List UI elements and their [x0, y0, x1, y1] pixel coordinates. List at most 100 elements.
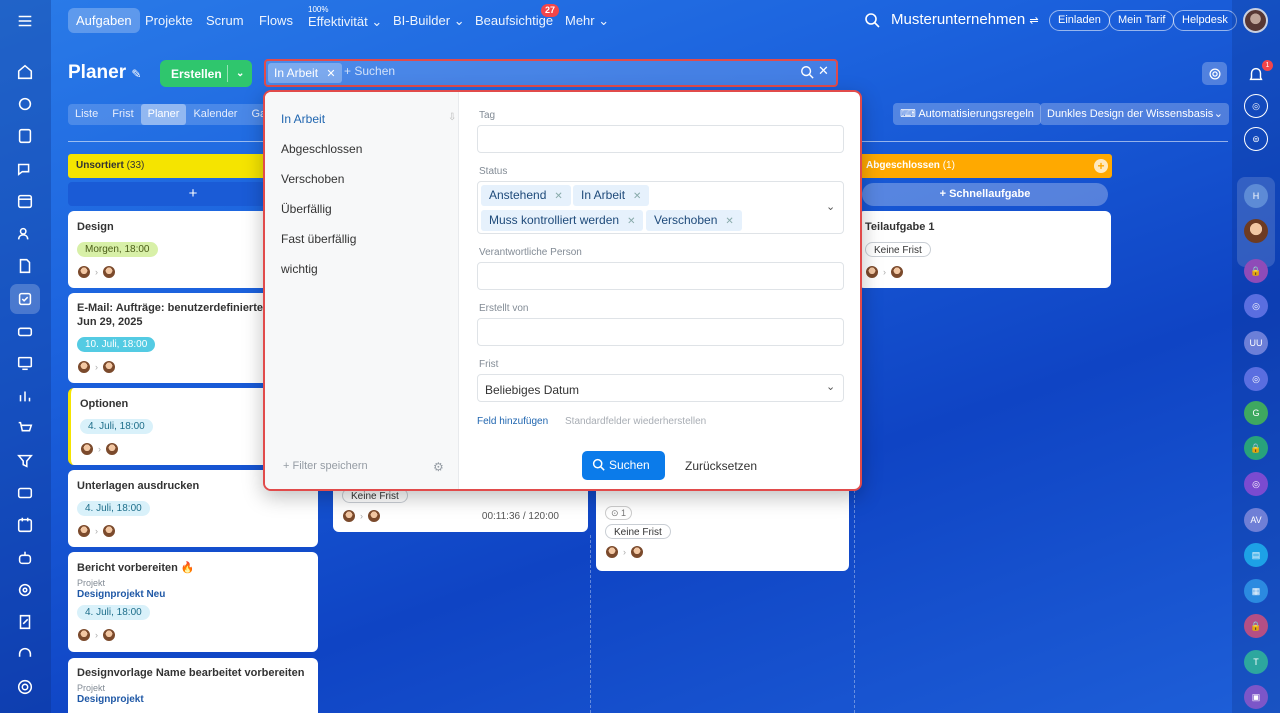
copilot-icon[interactable]: ◎: [1244, 94, 1268, 118]
tariff-button[interactable]: Mein Tarif: [1109, 10, 1175, 31]
deadline-select[interactable]: Beliebiges Datum ⌄: [477, 374, 844, 402]
tab-effektivitaet[interactable]: Effektivität ⌄: [308, 12, 382, 32]
add-icon[interactable]: +: [1094, 159, 1108, 173]
helpdesk-button[interactable]: Helpdesk: [1173, 10, 1237, 31]
home-icon[interactable]: [14, 61, 36, 83]
contacts-icon[interactable]: [14, 223, 36, 245]
add-field-link[interactable]: Feld hinzufügen: [477, 416, 548, 427]
search-icon[interactable]: [800, 65, 814, 79]
tasks-icon[interactable]: [10, 284, 40, 314]
tag-field[interactable]: [477, 125, 844, 153]
filter-search-bar[interactable]: In Arbeit ✕ + Suchen ✕: [264, 59, 838, 87]
tab-liste[interactable]: Liste: [68, 104, 105, 125]
calendar-icon[interactable]: [14, 190, 36, 212]
preset-fast-ueberfaellig[interactable]: Fast überfällig: [281, 232, 356, 246]
search-button[interactable]: Suchen: [582, 451, 665, 480]
clear-icon[interactable]: ✕: [818, 63, 829, 79]
task-card[interactable]: Teilaufgabe 1 Keine Frist ›: [858, 211, 1111, 288]
board-icon[interactable]: [14, 352, 36, 374]
contact-initial[interactable]: H: [1244, 184, 1268, 208]
tab-projekte[interactable]: Projekte: [145, 8, 193, 33]
deadline-badge[interactable]: 4. Juli, 18:00: [77, 501, 150, 516]
tab-aufgaben[interactable]: Aufgaben: [68, 8, 140, 33]
status-chip[interactable]: Verschoben ✕: [646, 210, 742, 231]
save-filter-button[interactable]: + Filter speichern: [283, 460, 368, 472]
gear-icon[interactable]: ⚙: [433, 460, 444, 474]
search-input[interactable]: + Suchen: [344, 64, 395, 78]
invite-button[interactable]: Einladen: [1049, 10, 1110, 31]
settings-icon[interactable]: [14, 676, 36, 698]
chevron-down-icon[interactable]: ⌄: [826, 200, 835, 213]
search-icon[interactable]: [864, 12, 880, 28]
automation-rules-button[interactable]: ⌨ Automatisierungsregeln: [893, 103, 1041, 125]
quick-task-button[interactable]: + Schnellaufgabe: [862, 183, 1108, 206]
pin-icon[interactable]: ⇩: [448, 112, 456, 123]
reset-button[interactable]: Zurücksetzen: [685, 459, 757, 473]
contact-initial[interactable]: AV: [1244, 508, 1268, 532]
chat-icon[interactable]: [14, 158, 36, 180]
activity-icon[interactable]: [14, 93, 36, 115]
theme-button[interactable]: Dunkles Design der Wissensbasis ⌄: [1040, 103, 1229, 125]
created-by-field[interactable]: [477, 318, 844, 346]
cart-icon[interactable]: [14, 417, 36, 439]
restore-fields-link[interactable]: Standardfelder wiederherstellen: [565, 416, 706, 427]
deadline-badge[interactable]: 4. Juli, 18:00: [80, 419, 153, 434]
lock-icon[interactable]: 🔒: [1244, 614, 1268, 638]
deadline-badge[interactable]: 4. Juli, 18:00: [77, 605, 150, 620]
time-tracker[interactable]: 00:11:36 / 120:00: [482, 511, 559, 522]
group-chat-icon[interactable]: ▤: [1244, 543, 1268, 567]
sign-icon[interactable]: [14, 611, 36, 633]
task-card[interactable]: Bericht vorbereiten 🔥 Projekt Designproj…: [68, 552, 318, 652]
lock-icon[interactable]: 🔒: [1244, 436, 1268, 460]
drive-icon[interactable]: [14, 320, 36, 342]
card-icon[interactable]: [14, 482, 36, 504]
tab-bi-builder[interactable]: BI-Builder ⌄: [393, 8, 465, 33]
documents-icon[interactable]: [14, 255, 36, 277]
archive-icon[interactable]: ▣: [1244, 685, 1268, 709]
preset-abgeschlossen[interactable]: Abgeschlossen: [281, 142, 362, 156]
deadline-badge[interactable]: Morgen, 18:00: [77, 242, 158, 257]
news-icon[interactable]: ▦: [1244, 579, 1268, 603]
contact-initial[interactable]: G: [1244, 401, 1268, 425]
preset-wichtig[interactable]: wichtig: [281, 262, 318, 276]
gear-icon[interactable]: [1202, 62, 1227, 85]
tab-scrum[interactable]: Scrum: [206, 8, 244, 33]
copilot-chat-icon[interactable]: ◎: [1244, 472, 1268, 496]
goals-icon[interactable]: [14, 579, 36, 601]
company-name[interactable]: Musterunternehmen ⇌: [891, 11, 1039, 28]
deadline-badge[interactable]: Keine Frist: [605, 524, 671, 539]
deadline-badge[interactable]: 10. Juli, 18:00: [77, 337, 156, 352]
preset-verschoben[interactable]: Verschoben: [281, 172, 344, 186]
active-filter-chip[interactable]: In Arbeit ✕: [268, 63, 342, 83]
contact-initial[interactable]: T: [1244, 650, 1268, 674]
tab-mehr[interactable]: Mehr ⌄: [565, 8, 609, 33]
tab-planer[interactable]: Planer: [140, 104, 187, 125]
create-button[interactable]: Erstellen ⌄: [160, 60, 252, 87]
copilot-chat-icon[interactable]: ◎: [1244, 294, 1268, 318]
headset-icon[interactable]: [14, 643, 36, 665]
contact-initial[interactable]: UU: [1244, 331, 1268, 355]
preset-in-arbeit[interactable]: In Arbeit: [281, 112, 325, 126]
status-chip[interactable]: Muss kontrolliert werden ✕: [481, 210, 644, 231]
robot-icon[interactable]: [14, 547, 36, 569]
tab-kalender[interactable]: Kalender: [186, 104, 244, 125]
status-chip[interactable]: Anstehend ✕: [481, 185, 571, 206]
project-link[interactable]: Designprojekt Neu: [77, 589, 309, 600]
tab-frist[interactable]: Frist: [105, 104, 140, 125]
tab-flows[interactable]: Flows: [259, 8, 293, 33]
copilot-chat-icon[interactable]: ◎: [1244, 367, 1268, 391]
contact-avatar[interactable]: [1244, 219, 1268, 243]
menu-icon[interactable]: [14, 10, 36, 32]
status-field[interactable]: Anstehend ✕ In Arbeit ✕ Muss kontrolliert …: [477, 181, 844, 234]
feed-icon[interactable]: [14, 125, 36, 147]
task-card[interactable]: Designvorlage Name bearbeitet vorbereite…: [68, 658, 318, 713]
deadline-badge[interactable]: Keine Frist: [865, 242, 931, 257]
analytics-icon[interactable]: [14, 385, 36, 407]
chevron-down-icon[interactable]: ⌄: [228, 68, 244, 79]
responsible-field[interactable]: [477, 262, 844, 290]
lock-icon[interactable]: 🔒: [1244, 259, 1268, 283]
schedule-icon[interactable]: [14, 514, 36, 536]
funnel-icon[interactable]: [14, 450, 36, 472]
chat-bubble-icon[interactable]: ⊜: [1244, 127, 1268, 151]
preset-ueberfaellig[interactable]: Überfällig: [281, 202, 332, 216]
